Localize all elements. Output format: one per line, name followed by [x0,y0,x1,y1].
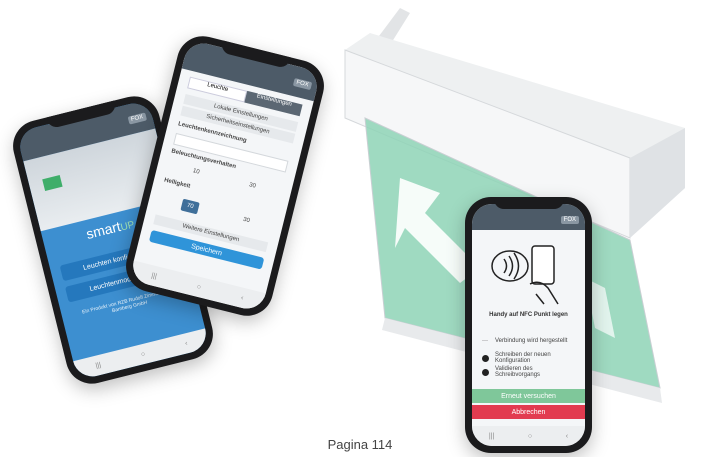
step-write-label: Schreiben der neuen Konfiguration [495,352,551,364]
step-connect: — Verbindung wird hergestellt [482,338,575,344]
nfc-phone-illustration [490,244,570,306]
home-icon[interactable]: ○ [196,283,202,291]
phone-screen: FOX Leuchte Einstellungen Lokale Einstel… [129,39,321,313]
page-number-caption: Pagina 114 [327,437,393,452]
phone-settings-screen: FOX Leuchte Einstellungen Lokale Einstel… [120,30,330,322]
system-nav-bar: ||| ○ ‹ [73,328,210,381]
phone-nfc-screen: FOX Handy auf NFC Punkt legen — Verbindu… [465,197,592,453]
step-dot [482,368,489,376]
phone-screen: FOX Handy auf NFC Punkt legen — Verbindu… [472,204,585,446]
value-2[interactable]: 30 [248,182,256,189]
home-icon[interactable]: ○ [140,350,146,358]
retry-button[interactable]: Erneut versuchen [472,389,585,403]
nfc-instruction: Handy auf NFC Punkt legen [489,312,568,318]
home-icon[interactable]: ○ [528,433,532,440]
recent-apps-icon[interactable]: ||| [151,272,158,280]
exit-sign-icon [42,174,63,191]
phone-notch [493,197,564,209]
recent-apps-icon[interactable]: ||| [95,361,102,369]
header-tag: FOX [127,112,148,125]
back-icon[interactable]: ‹ [240,294,244,301]
nfc-icon [491,245,559,305]
logo-text: smart [84,218,123,243]
step-write: Schreiben der neuen Konfiguration [482,352,575,364]
step-validate: Validieren des Schreibvorgangs [482,366,575,378]
back-icon[interactable]: ‹ [184,340,188,347]
brightness-option[interactable]: 30 [242,217,250,224]
cancel-button[interactable]: Abbrechen [472,405,585,419]
header-tag: FOX [292,77,313,91]
step-dot [482,354,489,362]
step-indicator-dash: — [482,338,488,344]
header-tag: FOX [560,216,579,224]
back-icon[interactable]: ‹ [566,433,568,440]
system-nav-bar: ||| ○ ‹ [472,426,585,446]
recent-apps-icon[interactable]: ||| [489,433,494,440]
step-connect-label: Verbindung wird hergestellt [495,338,568,344]
brightness-selected[interactable]: 70 [180,198,200,215]
step-validate-label: Validieren des Schreibvorgangs [495,366,541,378]
value-1[interactable]: 10 [192,168,200,175]
